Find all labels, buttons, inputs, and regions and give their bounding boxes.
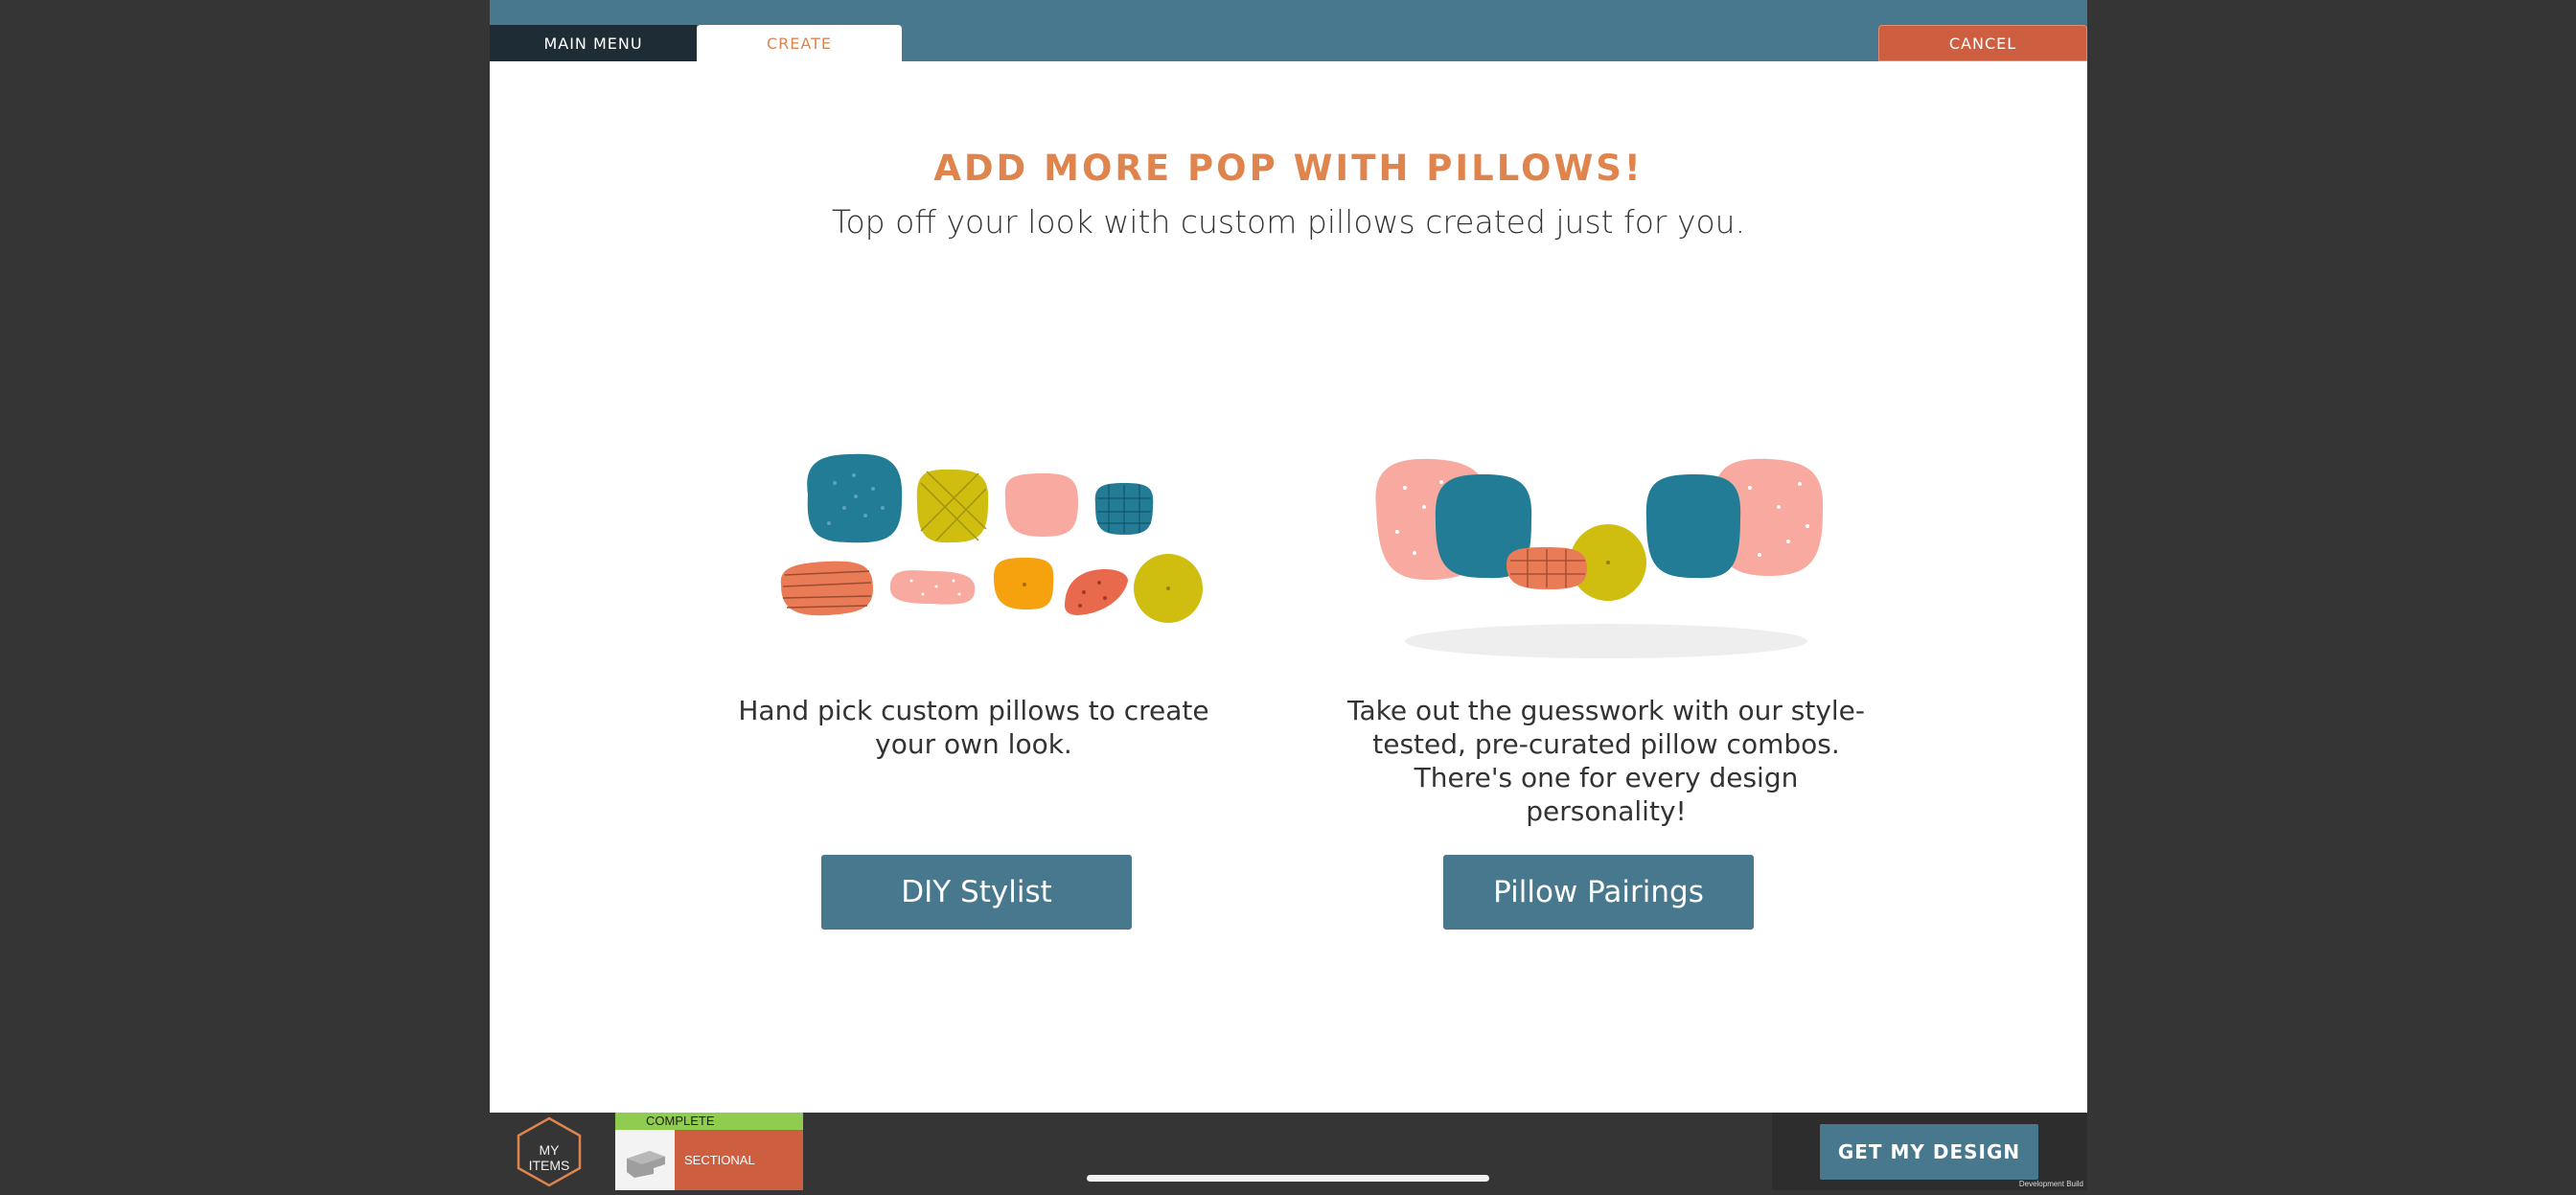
my-items-label: MY ITEMS	[513, 1142, 586, 1173]
my-items-line1: MY	[539, 1142, 560, 1158]
tab-create[interactable]: CREATE	[697, 25, 902, 61]
build-label: Development Build	[2018, 1180, 2083, 1188]
item-name: SECTIONAL	[675, 1130, 803, 1190]
page-title: ADD MORE POP WITH PILLOWS!	[933, 148, 1644, 189]
sofa-icon	[627, 1151, 665, 1178]
tab-main-menu[interactable]: MAIN MENU	[490, 25, 697, 61]
top-bar: MAIN MENU CREATE CANCEL	[490, 0, 2087, 61]
my-items-button[interactable]: MY ITEMS	[513, 1115, 586, 1188]
create-panel: ADD MORE POP WITH PILLOWS! Top off your …	[490, 61, 2087, 1113]
get-my-design-button[interactable]: GET MY DESIGN	[1820, 1124, 2038, 1180]
my-items-line2: ITEMS	[528, 1158, 570, 1173]
pillow-pairings-button[interactable]: Pillow Pairings	[1443, 855, 1754, 930]
pillow-pairing-icon	[1375, 458, 1824, 658]
pairings-description: Take out the guesswork with our style-te…	[1347, 695, 1865, 827]
status-badge: COMPLETE	[615, 1113, 803, 1130]
sectional-thumbnail	[615, 1130, 675, 1190]
diy-description: Hand pick custom pillows to create your …	[738, 695, 1209, 760]
home-indicator[interactable]	[1087, 1175, 1489, 1182]
page-subtitle: Top off your look with custom pillows cr…	[831, 203, 1746, 241]
assorted-pillows-icon	[780, 453, 1203, 623]
diy-stylist-button[interactable]: DIY Stylist	[821, 855, 1132, 930]
sectional-item-card[interactable]: COMPLETE SECTIONAL	[615, 1113, 803, 1190]
cancel-button[interactable]: CANCEL	[1878, 25, 2087, 61]
app-window: MAIN MENU CREATE CANCEL ADD MORE POP WIT…	[490, 0, 2087, 1190]
